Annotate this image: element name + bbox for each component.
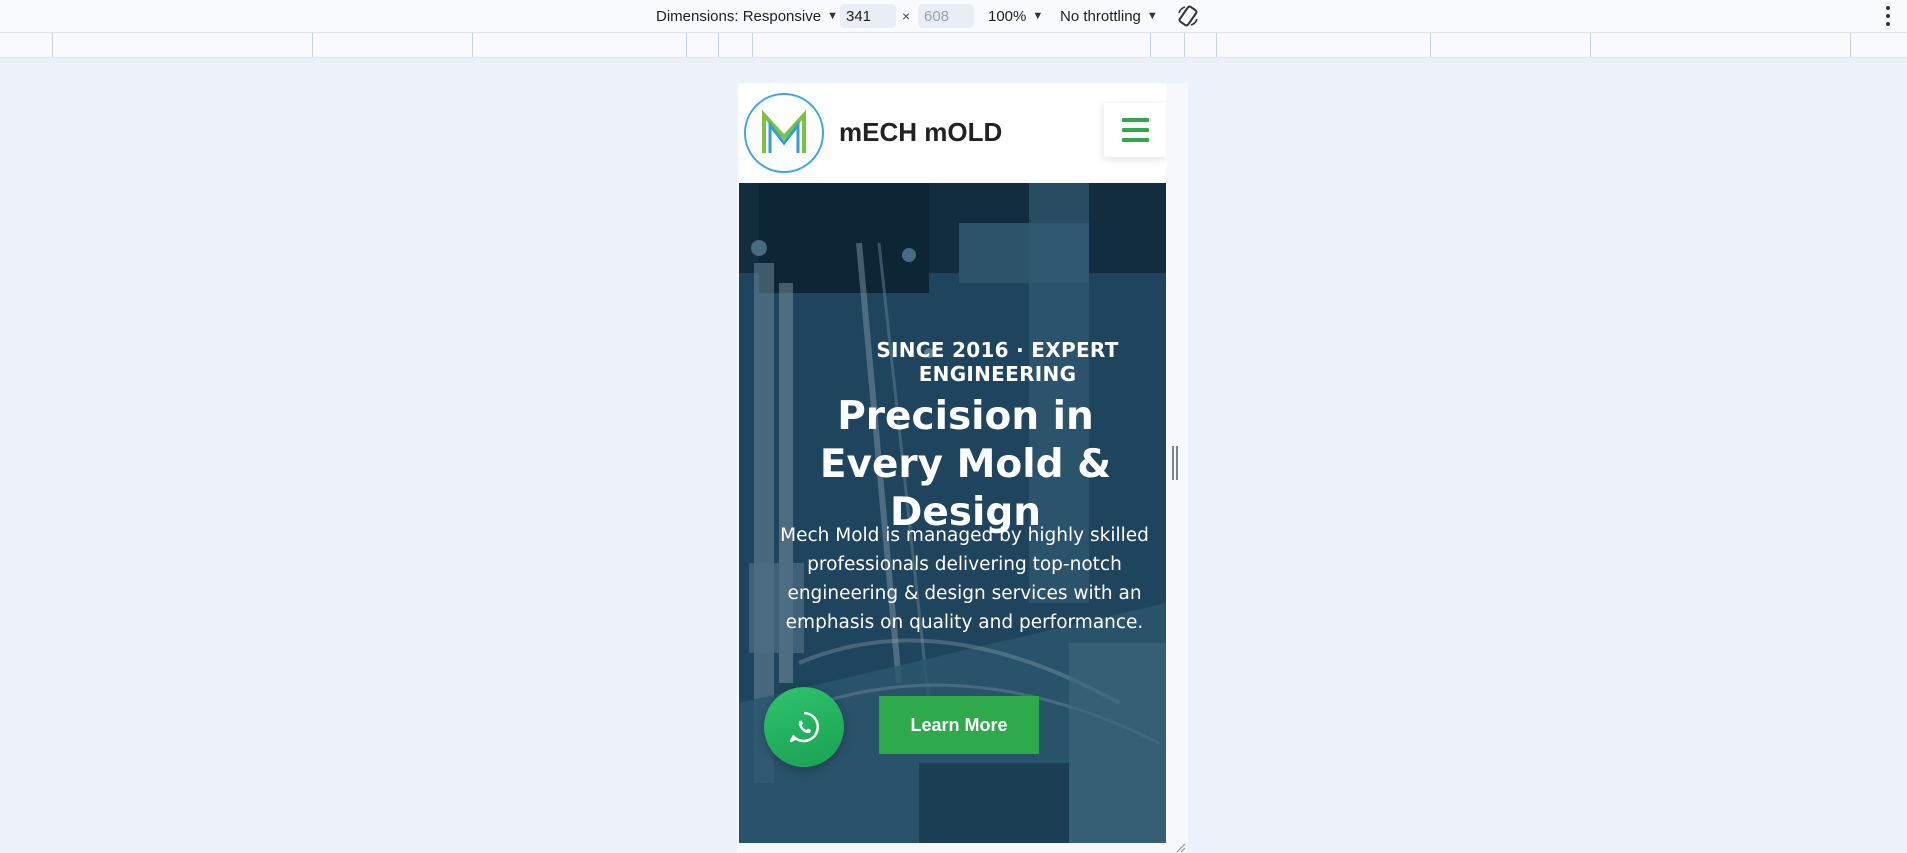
hero-description: Mech Mold is managed by highly skilled p… (780, 525, 1149, 633)
width-input[interactable] (840, 4, 896, 28)
caret-down-icon: ▼ (827, 10, 838, 22)
hero-title: Precision in Every Mold & Design (819, 394, 1112, 535)
times-sign: × (902, 8, 911, 24)
emulated-viewport: mECH mOLD SINCE 2016 · EXPERT ENGINEERIN… (739, 83, 1166, 843)
learn-more-button[interactable]: Learn More (879, 696, 1039, 754)
caret-down-icon: ▼ (1032, 10, 1044, 22)
whatsapp-icon (789, 711, 820, 743)
device-toolbar: Dimensions: Responsive ▼ × 100% ▼ No thr… (0, 0, 1907, 32)
throttling-label: No throttling (1060, 7, 1141, 25)
dimensions-label: Dimensions: Responsive (656, 7, 822, 25)
height-input[interactable] (918, 4, 974, 28)
media-query-ruler[interactable] (0, 32, 1907, 58)
caret-down-icon: ▼ (1146, 10, 1158, 22)
zoom-dropdown[interactable]: 100% ▼ (988, 0, 1043, 32)
corner-resize-icon[interactable] (1176, 843, 1186, 853)
menu-icon (1121, 118, 1149, 122)
dimensions-dropdown[interactable]: Dimensions: Responsive ▼ (656, 0, 838, 32)
logo[interactable] (744, 93, 824, 173)
hamburger-menu-button[interactable] (1104, 103, 1166, 157)
m-logo-icon (762, 109, 806, 153)
site-header: mECH mOLD (739, 83, 1166, 183)
viewport-resize-handle[interactable] (1171, 446, 1179, 480)
zoom-label: 100% (988, 7, 1027, 25)
whatsapp-button[interactable] (764, 687, 844, 767)
brand-name[interactable]: mECH mOLD (839, 117, 1002, 148)
hero-kicker: SINCE 2016 · EXPERT ENGINEERING (876, 338, 1119, 386)
hero-section: SINCE 2016 · EXPERT ENGINEERING Precisio… (739, 183, 1166, 843)
more-vert-icon[interactable] (1885, 6, 1891, 26)
rotate-icon[interactable] (1175, 3, 1201, 29)
throttling-dropdown[interactable]: No throttling ▼ (1060, 0, 1158, 32)
